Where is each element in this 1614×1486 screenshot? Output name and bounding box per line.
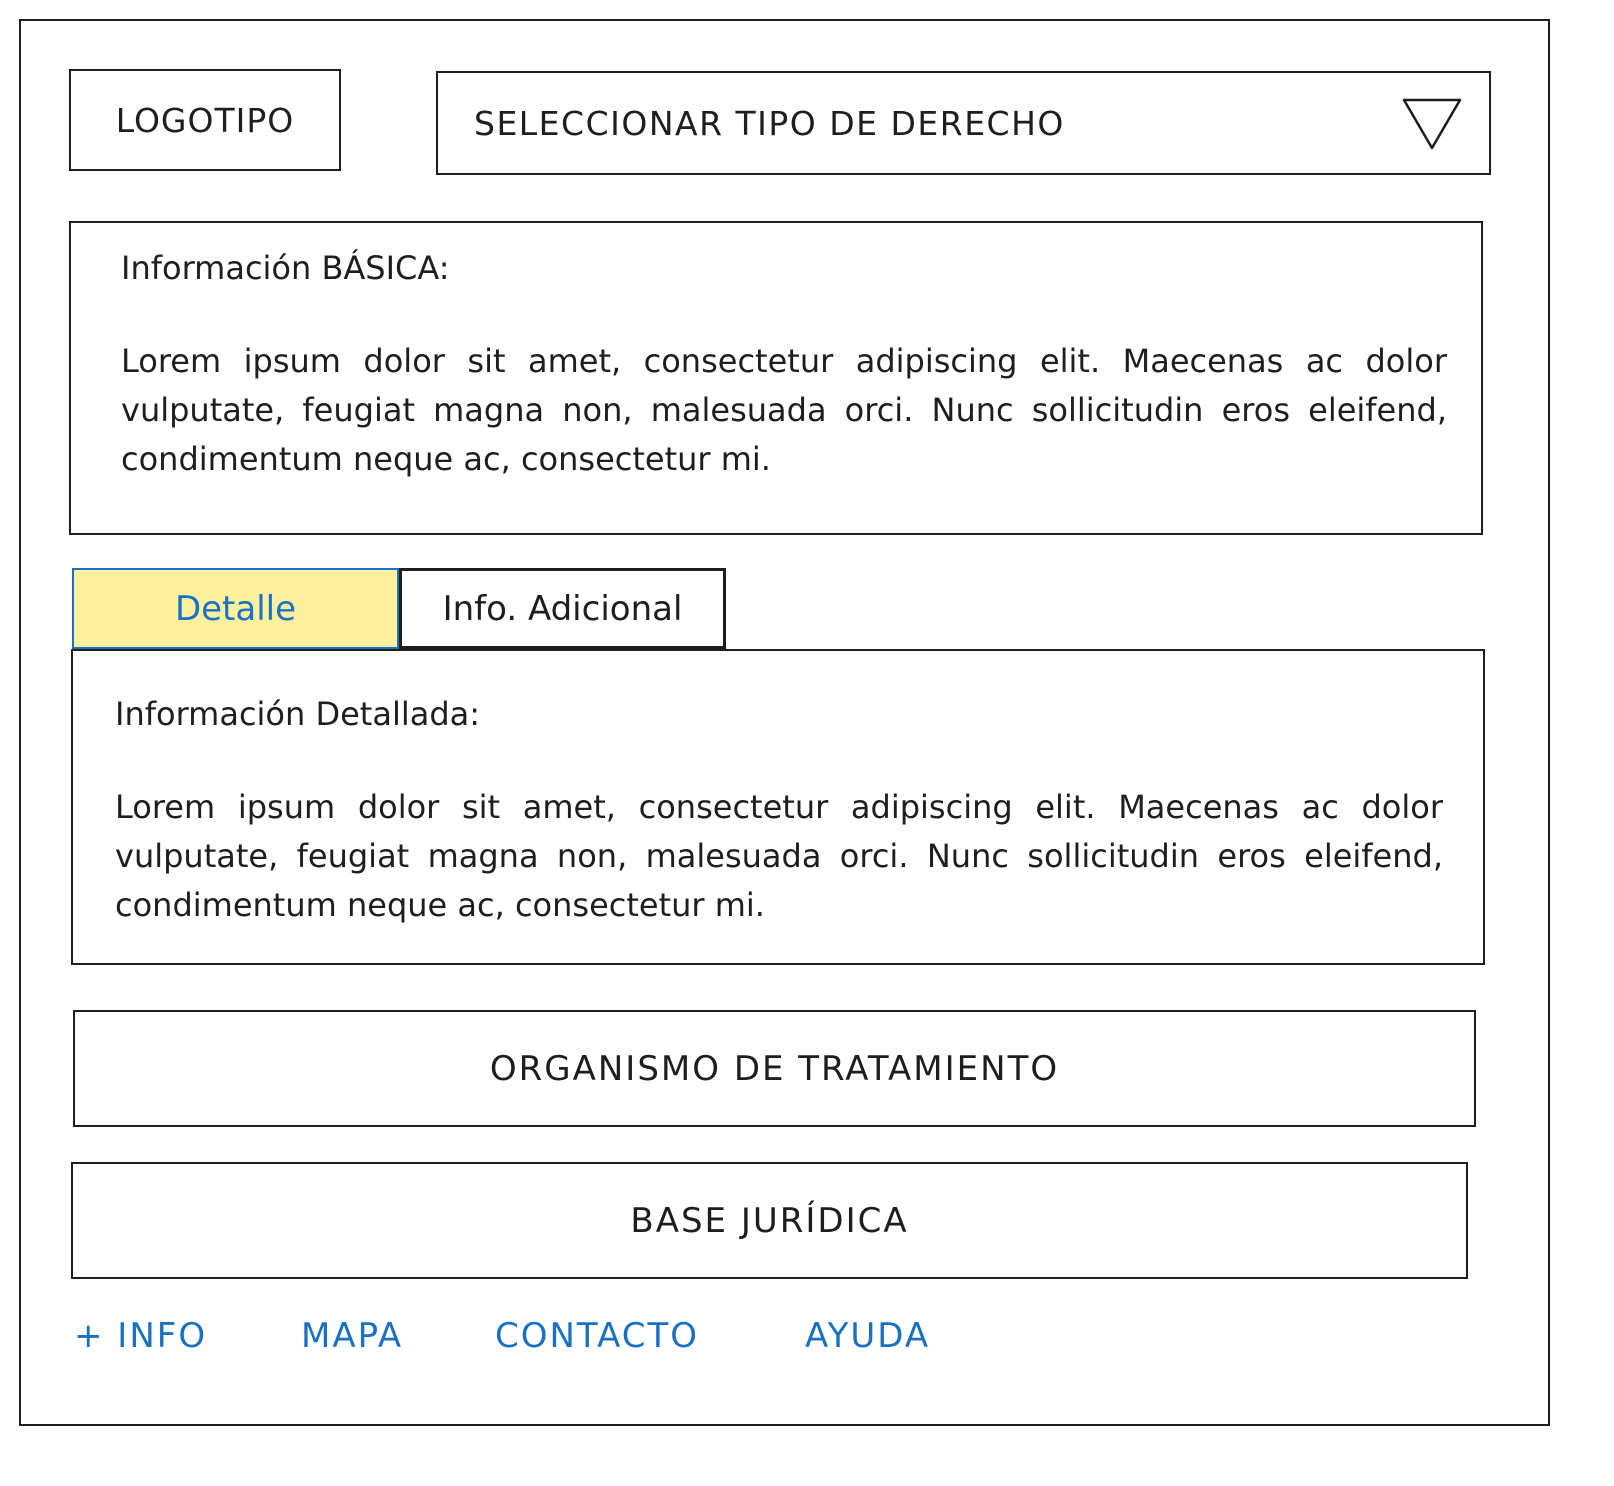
basic-info-panel: Información BÁSICA: Lorem ipsum dolor si… xyxy=(69,221,1483,535)
detail-info-title: Información Detallada: xyxy=(115,695,481,733)
footer-link-ayuda[interactable]: AYUDA xyxy=(805,1316,930,1356)
footer-link-mas-info[interactable]: + INFO xyxy=(74,1316,207,1356)
organismo-button[interactable]: ORGANISMO DE TRATAMIENTO xyxy=(73,1010,1476,1127)
base-juridica-button[interactable]: BASE JURÍDICA xyxy=(71,1162,1468,1279)
detail-info-panel: Información Detallada: Lorem ipsum dolor… xyxy=(71,649,1485,965)
base-juridica-label: BASE JURÍDICA xyxy=(630,1200,909,1241)
tab-info-adicional[interactable]: Info. Adicional xyxy=(399,568,726,649)
footer-link-mapa[interactable]: MAPA xyxy=(301,1316,403,1356)
triangle-down-icon xyxy=(1402,98,1462,150)
logo-label: LOGOTIPO xyxy=(115,100,295,140)
tab-info-adicional-label: Info. Adicional xyxy=(442,588,683,629)
tab-detalle[interactable]: Detalle xyxy=(72,568,399,649)
basic-info-body: Lorem ipsum dolor sit amet, consectetur … xyxy=(121,342,1447,478)
select-label: SELECCIONAR TIPO DE DERECHO xyxy=(474,103,1065,143)
organismo-label: ORGANISMO DE TRATAMIENTO xyxy=(489,1048,1060,1089)
right-type-select[interactable]: SELECCIONAR TIPO DE DERECHO xyxy=(436,71,1491,175)
tab-detalle-label: Detalle xyxy=(174,588,297,629)
footer-link-contacto[interactable]: CONTACTO xyxy=(495,1316,699,1356)
logo[interactable]: LOGOTIPO xyxy=(69,69,341,171)
basic-info-title: Información BÁSICA: xyxy=(121,249,450,287)
detail-info-body: Lorem ipsum dolor sit amet, consectetur … xyxy=(115,788,1443,924)
